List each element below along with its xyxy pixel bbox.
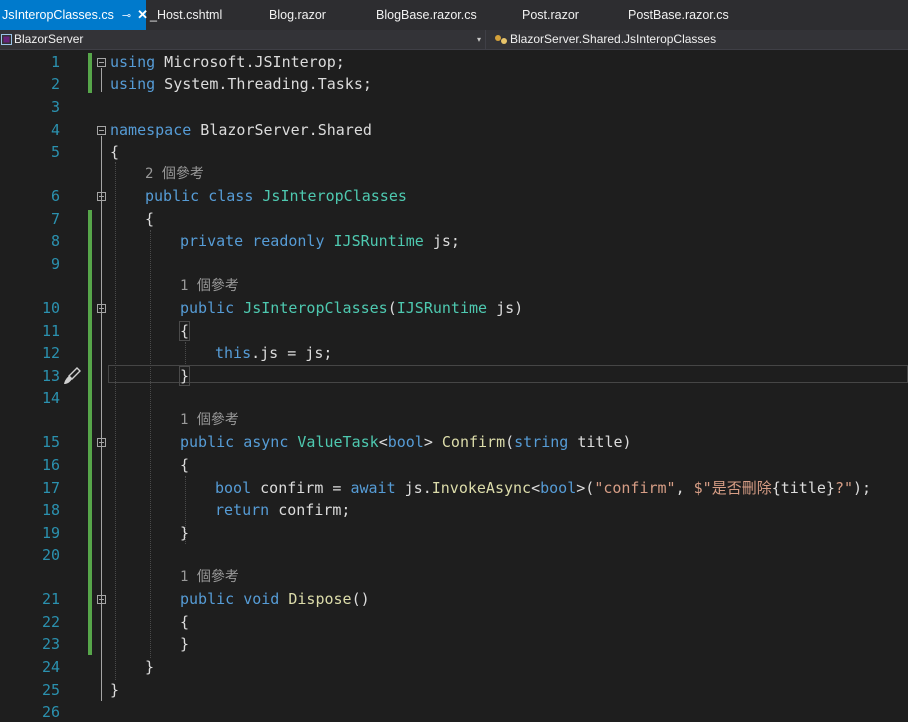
line-number: 24 [41,658,60,676]
tab-label: Blog.razor [269,8,326,22]
line-number: 7 [50,210,60,228]
code-line-11: { [178,321,191,341]
line-number: 23 [41,635,60,653]
line-number: 5 [50,143,60,161]
line-number: 2 [50,75,60,93]
type-scope-dropdown[interactable]: BlazorServer.Shared.JsInteropClasses [490,30,908,50]
code-line-23: } [180,635,190,653]
document-tab-strip: JsInteropClasses.cs ⊸ ✕ _Host.cshtml Blog.… [0,0,908,30]
line-number: 13 [41,367,60,385]
tab-label: PostBase.razor.cs [628,8,729,22]
tab-jsinteropclasses-cs[interactable]: JsInteropClasses.cs ⊸ ✕ [0,0,148,31]
tab-host-cshtml[interactable]: _Host.cshtml [150,0,222,30]
line-number: 26 [41,703,60,721]
code-line-22: { [180,613,190,631]
code-editor[interactable]: 1 2 3 4 5 6 7 8 9 10 11 12 13 14 15 16 1… [0,50,908,722]
line-number: 1 [50,53,60,71]
line-number: 11 [41,322,60,340]
project-name: BlazorServer [14,32,84,46]
tab-label: Post.razor [522,8,579,22]
chevron-down-icon[interactable]: ▾ [477,30,481,49]
change-indicator [88,210,92,655]
code-line-5: { [110,143,120,161]
type-scope-name: BlazorServer.Shared.JsInteropClasses [510,32,717,46]
line-number: 15 [41,433,60,451]
code-line-17: bool confirm = await js.InvokeAsync<bool… [215,479,872,497]
line-number: 25 [41,681,60,699]
outline-line [101,68,102,92]
tab-label: JsInteropClasses.cs [2,8,114,22]
csharp-project-icon [1,34,12,45]
tab-label: _Host.cshtml [150,8,223,22]
pin-icon[interactable]: ⊸ [122,1,131,31]
code-line-1: using Microsoft.JSInterop; [110,53,345,71]
tab-label: BlogBase.razor.cs [376,8,477,22]
collapse-icon[interactable] [97,304,106,313]
line-number: 19 [41,524,60,542]
line-number: 8 [50,232,60,250]
code-lens-references[interactable]: 1 個參考 [180,277,239,295]
change-indicator [88,53,92,93]
close-icon[interactable]: ✕ [137,0,148,30]
tab-postbase-razor-cs[interactable]: PostBase.razor.cs [628,0,729,30]
line-number: 16 [41,456,60,474]
current-line-highlight [108,365,908,383]
line-number: 3 [50,98,60,116]
code-line-6: public class JsInteropClasses [145,187,407,205]
collapse-icon[interactable] [97,58,106,67]
outline-line [101,136,102,701]
line-number: 4 [50,121,60,139]
collapse-icon[interactable] [97,126,106,135]
class-icon [495,35,507,44]
code-lens-references[interactable]: 1 個參考 [180,568,239,586]
code-lens-references[interactable]: 2 個參考 [145,165,204,183]
indent-guide [150,230,151,658]
navigation-bar: BlazorServer ▾ BlazorServer.Shared.JsInt… [0,30,908,50]
collapse-icon[interactable] [97,438,106,447]
line-number: 21 [41,590,60,608]
line-number: 9 [50,255,60,273]
line-number: 20 [41,546,60,564]
code-lens-references[interactable]: 1 個參考 [180,411,239,429]
line-number: 14 [41,389,60,407]
indent-guide [185,342,186,364]
code-line-15: public async ValueTask<bool> Confirm(str… [180,433,632,451]
code-line-13: } [178,366,191,386]
collapse-icon[interactable] [97,595,106,604]
code-line-16: { [180,456,190,474]
project-dropdown[interactable]: BlazorServer ▾ [0,30,486,50]
code-line-21: public void Dispose() [180,590,370,608]
code-line-8: private readonly IJSRuntime js; [180,232,460,250]
code-line-4: namespace BlazorServer.Shared [110,121,372,139]
code-line-7: { [145,210,155,228]
line-number: 17 [41,479,60,497]
line-number: 6 [50,187,60,205]
code-line-18: return confirm; [215,501,351,519]
line-number: 10 [41,299,60,317]
line-number: 12 [41,344,60,362]
code-line-2: using System.Threading.Tasks; [110,75,372,93]
tab-blogbase-razor-cs[interactable]: BlogBase.razor.cs [376,0,477,30]
paintbrush-icon[interactable] [62,366,82,386]
code-line-19: } [180,524,190,542]
code-line-24: } [145,658,155,676]
code-line-10: public JsInteropClasses(IJSRuntime js) [180,299,524,317]
tab-blog-razor[interactable]: Blog.razor [269,0,326,30]
code-line-12: this.js = js; [215,344,333,362]
indent-guide [115,162,116,680]
line-number: 22 [41,613,60,631]
line-number: 18 [41,501,60,519]
code-line-25: } [110,681,120,699]
tab-post-razor[interactable]: Post.razor [522,0,579,30]
collapse-icon[interactable] [97,192,106,201]
